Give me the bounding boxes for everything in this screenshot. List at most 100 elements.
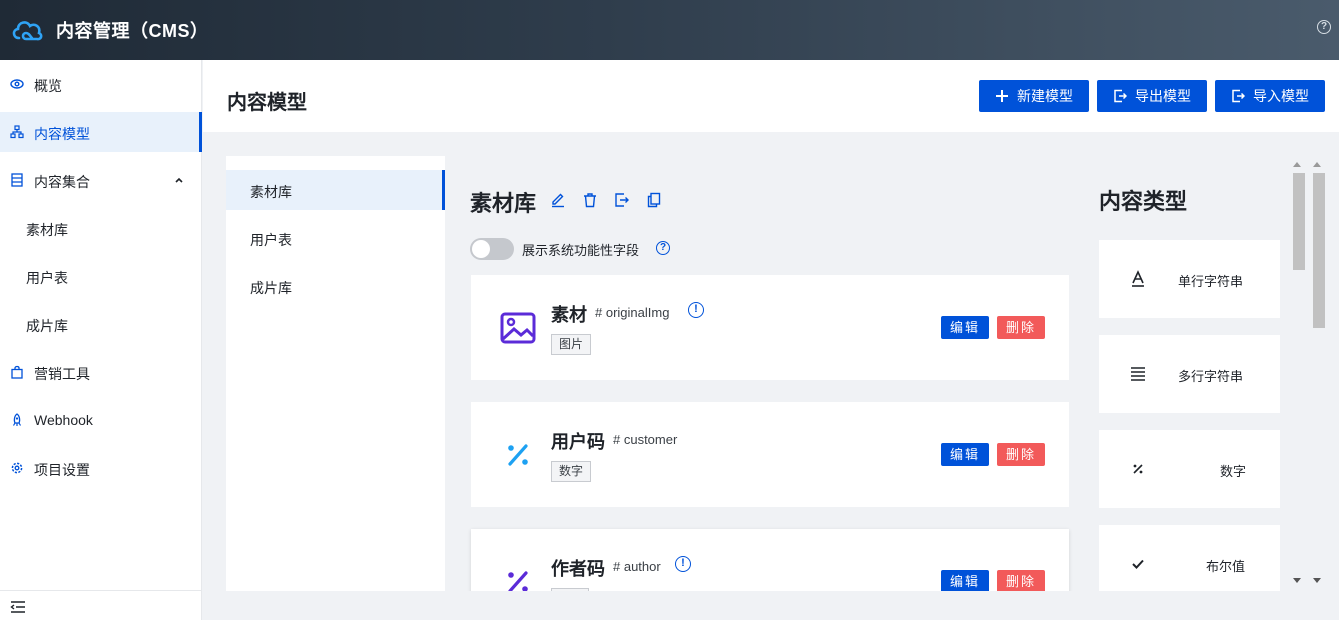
page-header: 内容模型 新建模型 导出模型 导入模型 — [203, 60, 1339, 132]
field-type-tag: 数字 — [551, 461, 592, 482]
sidebar-item-label: 成片库 — [26, 318, 68, 334]
content-type-boolean[interactable]: 布尔值 — [1099, 525, 1280, 591]
field-id: # customer — [613, 432, 678, 447]
system-fields-toggle[interactable] — [470, 238, 514, 260]
scroll-down-arrow-icon[interactable] — [1293, 578, 1301, 583]
sidebar-item-content-model[interactable]: 内容模型 — [0, 112, 202, 152]
export-icon — [1114, 89, 1127, 103]
table-icon — [11, 173, 23, 187]
scroll-up-arrow-icon[interactable] — [1313, 162, 1321, 167]
page-title: 内容模型 — [227, 92, 307, 114]
field-name: 素材 — [551, 305, 587, 325]
export-icon[interactable] — [614, 192, 630, 208]
content-type-number[interactable]: 数字 — [1099, 430, 1280, 508]
percent-icon — [1133, 464, 1143, 474]
percent-icon — [508, 444, 528, 466]
sidebar-item-material-library[interactable]: 素材库 — [0, 208, 202, 248]
scroll-down-arrow-icon[interactable] — [1313, 578, 1321, 583]
top-bar: 内容管理（CMS） ? — [0, 0, 1339, 60]
sidebar-item-film-library[interactable]: 成片库 — [0, 304, 202, 344]
button-label: 导出模型 — [1135, 88, 1191, 104]
model-list-label: 用户表 — [250, 232, 292, 248]
toggle-label: 展示系统功能性字段 — [522, 243, 640, 258]
trash-icon[interactable] — [582, 192, 598, 208]
model-list-item[interactable]: 素材库 — [226, 170, 445, 210]
cloud-logo-icon — [12, 21, 43, 41]
sitemap-icon — [10, 125, 24, 139]
sidebar-item-label: 营销工具 — [34, 366, 90, 382]
edit-field-button[interactable]: 编辑 — [941, 570, 989, 591]
scrollbar[interactable] — [1290, 160, 1326, 590]
sidebar-item-project-settings[interactable]: 项目设置 — [0, 448, 202, 488]
sidebar-item-marketing-tools[interactable]: 营销工具 — [0, 352, 202, 392]
import-icon — [1232, 89, 1245, 103]
info-icon[interactable]: ! — [688, 302, 704, 318]
content-type-label: 多行字符串 — [1178, 369, 1244, 384]
edit-field-button[interactable]: 编辑 — [941, 443, 989, 466]
field-card: 作者码 # author ! 编辑 删除 — [471, 529, 1069, 591]
field-type-tag: 图片 — [551, 334, 592, 355]
button-label: 导入模型 — [1253, 88, 1309, 104]
plus-icon — [996, 90, 1008, 102]
field-name: 用户码 — [551, 432, 605, 452]
text-a-icon — [1132, 270, 1144, 287]
sidebar-footer — [0, 590, 202, 620]
info-icon[interactable]: ! — [675, 556, 691, 572]
image-icon — [500, 312, 536, 344]
new-model-button[interactable]: 新建模型 — [979, 80, 1089, 112]
model-list-label: 素材库 — [250, 184, 292, 200]
field-id: # originalImg — [595, 305, 670, 320]
delete-field-button[interactable]: 删除 — [997, 570, 1045, 591]
content-type-label: 数字 — [1220, 464, 1247, 479]
content-type-single-line[interactable]: 单行字符串 — [1099, 240, 1280, 318]
model-list-label: 成片库 — [250, 280, 292, 296]
check-icon — [1132, 559, 1144, 569]
model-list-item[interactable]: 用户表 — [226, 218, 445, 258]
content-types-list: 单行字符串 多行字符串 数字 布尔值 — [1090, 156, 1290, 591]
button-label: 新建模型 — [1017, 88, 1073, 104]
content-type-label: 单行字符串 — [1178, 274, 1244, 289]
app-title: 内容管理（CMS） — [56, 21, 209, 41]
field-type-tag — [551, 588, 589, 591]
sidebar-item-label: Webhook — [34, 412, 93, 428]
field-id: # author — [613, 559, 661, 574]
model-detail: 素材库 展示系统功能性字段 ? 素材 # originalImg ! 图片 编辑… — [445, 156, 1085, 591]
content-type-multi-line[interactable]: 多行字符串 — [1099, 335, 1280, 413]
edit-icon[interactable] — [550, 192, 566, 208]
scroll-up-arrow-icon[interactable] — [1293, 162, 1301, 167]
sidebar-item-label: 素材库 — [26, 222, 68, 238]
percent-icon — [508, 571, 528, 591]
delete-field-button[interactable]: 删除 — [997, 316, 1045, 339]
scrollbar-thumb[interactable] — [1313, 173, 1325, 328]
sidebar-item-label: 内容模型 — [34, 126, 90, 142]
model-list-item[interactable]: 成片库 — [226, 266, 445, 306]
field-card: 素材 # originalImg ! 图片 编辑 删除 — [471, 275, 1069, 380]
model-list: 素材库 用户表 成片库 — [226, 156, 445, 591]
sidebar-item-label: 项目设置 — [34, 462, 90, 478]
field-card: 用户码 # customer 数字 编辑 删除 — [471, 402, 1069, 507]
shopping-bag-icon — [11, 365, 23, 379]
sidebar-item-label: 用户表 — [26, 270, 68, 286]
sidebar-item-content-collection[interactable]: 内容集合 — [0, 160, 202, 200]
sidebar-item-overview[interactable]: 概览 — [0, 64, 202, 104]
copy-icon[interactable] — [646, 192, 662, 208]
collapse-menu-icon[interactable] — [10, 600, 26, 614]
lines-icon — [1131, 367, 1145, 381]
sidebar: 概览 内容模型 内容集合 素材库 用户表 成片库 营销工具 Webhook 项目… — [0, 60, 202, 620]
scrollbar-thumb[interactable] — [1293, 173, 1305, 270]
import-model-button[interactable]: 导入模型 — [1215, 80, 1325, 112]
delete-field-button[interactable]: 删除 — [997, 443, 1045, 466]
eye-icon — [10, 79, 24, 89]
sidebar-item-label: 概览 — [34, 78, 62, 94]
chevron-up-icon[interactable] — [174, 175, 184, 185]
edit-field-button[interactable]: 编辑 — [941, 316, 989, 339]
sidebar-item-webhook[interactable]: Webhook — [0, 400, 202, 440]
model-name: 素材库 — [470, 191, 537, 216]
rocket-icon — [12, 413, 22, 426]
export-model-button[interactable]: 导出模型 — [1097, 80, 1207, 112]
sidebar-item-user-table[interactable]: 用户表 — [0, 256, 202, 296]
gear-icon — [11, 462, 23, 474]
content-type-label: 布尔值 — [1206, 559, 1246, 574]
help-icon[interactable]: ? — [1317, 20, 1331, 34]
help-icon[interactable]: ? — [656, 241, 670, 255]
